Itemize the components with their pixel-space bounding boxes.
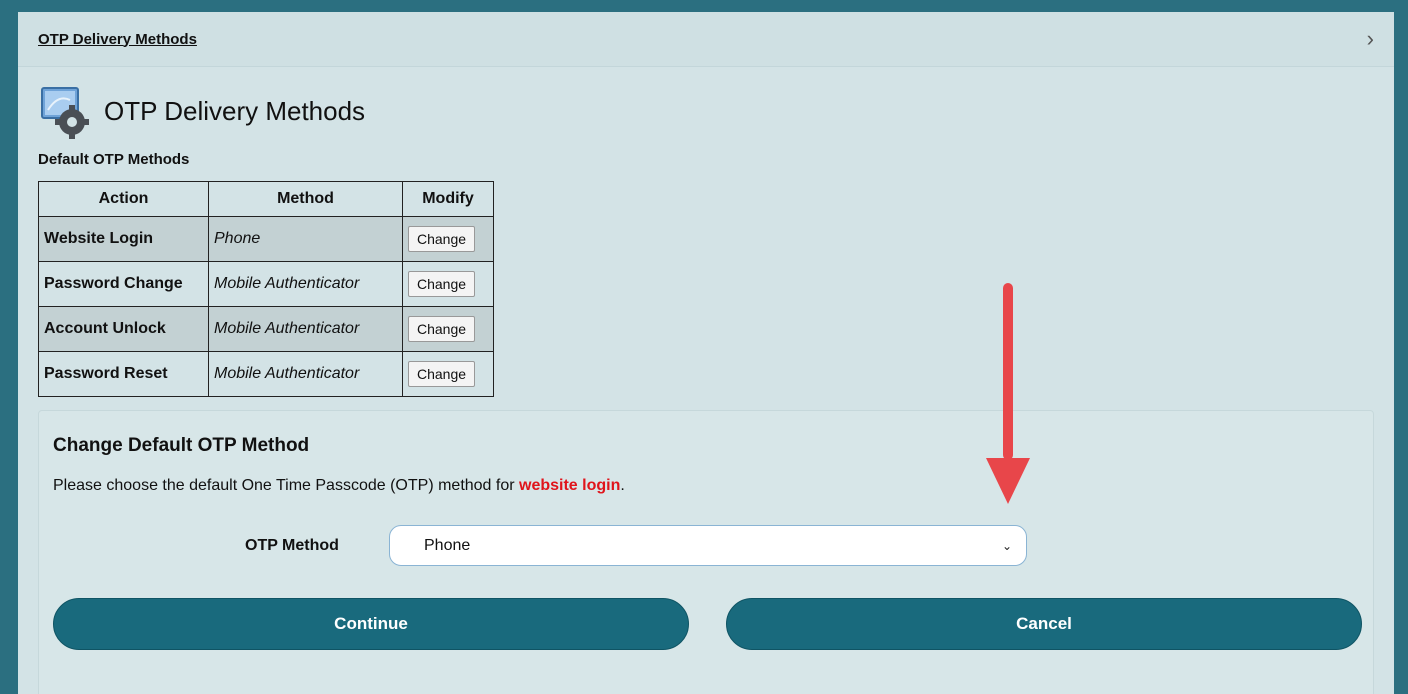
description-suffix: . — [620, 477, 625, 494]
otp-method-label: OTP Method — [245, 537, 339, 554]
action-cell: Account Unlock — [38, 306, 209, 352]
header-bar: OTP Delivery Methods › — [18, 12, 1394, 67]
settings-app-icon — [41, 87, 89, 139]
method-cell: Mobile Authenticator — [208, 351, 403, 397]
table-row: Account Unlock Mobile Authenticator Chan… — [38, 306, 494, 352]
modify-cell: Change — [402, 216, 494, 262]
modify-cell: Change — [402, 261, 494, 307]
panel-description: Please choose the default One Time Passc… — [53, 477, 625, 495]
change-method-panel: Change Default OTP Method Please choose … — [38, 410, 1374, 694]
chevron-down-icon: ⌄ — [1001, 538, 1012, 553]
table-header-row: Action Method Modify — [38, 181, 494, 217]
chevron-right-icon[interactable]: › — [1367, 26, 1374, 52]
otp-method-value: Phone — [424, 536, 471, 554]
table-row: Password Change Mobile Authenticator Cha… — [38, 261, 494, 307]
change-button[interactable]: Change — [408, 226, 476, 252]
action-cell: Website Login — [38, 216, 209, 262]
continue-button[interactable]: Continue — [53, 598, 689, 650]
column-header-action: Action — [38, 181, 209, 217]
method-cell: Phone — [208, 216, 403, 262]
change-button[interactable]: Change — [408, 361, 476, 387]
table-row: Password Reset Mobile Authenticator Chan… — [38, 351, 494, 397]
content-frame: OTP Delivery Methods › OTP Delivery Meth… — [18, 12, 1394, 694]
modify-cell: Change — [402, 351, 494, 397]
change-button[interactable]: Change — [408, 316, 476, 342]
page-title: OTP Delivery Methods — [104, 95, 366, 126]
cancel-button[interactable]: Cancel — [726, 598, 1362, 650]
method-cell: Mobile Authenticator — [208, 306, 403, 352]
column-header-modify: Modify — [402, 181, 494, 217]
annotation-arrow-icon — [986, 283, 1030, 504]
breadcrumb-link[interactable]: OTP Delivery Methods — [38, 31, 197, 48]
method-cell: Mobile Authenticator — [208, 261, 403, 307]
action-cell: Password Reset — [38, 351, 209, 397]
title-row: OTP Delivery Methods — [38, 82, 365, 140]
otp-method-select[interactable]: Phone ⌄ — [389, 525, 1027, 566]
column-header-method: Method — [208, 181, 403, 217]
panel-title: Change Default OTP Method — [53, 435, 310, 456]
modify-cell: Change — [402, 306, 494, 352]
description-highlight: website login — [519, 477, 621, 494]
change-button[interactable]: Change — [408, 271, 476, 297]
section-label: Default OTP Methods — [38, 151, 190, 168]
table-row: Website Login Phone Change — [38, 216, 494, 262]
action-cell: Password Change — [38, 261, 209, 307]
otp-methods-table: Action Method Modify Website Login Phone… — [38, 181, 494, 397]
description-text: Please choose the default One Time Passc… — [53, 477, 520, 494]
